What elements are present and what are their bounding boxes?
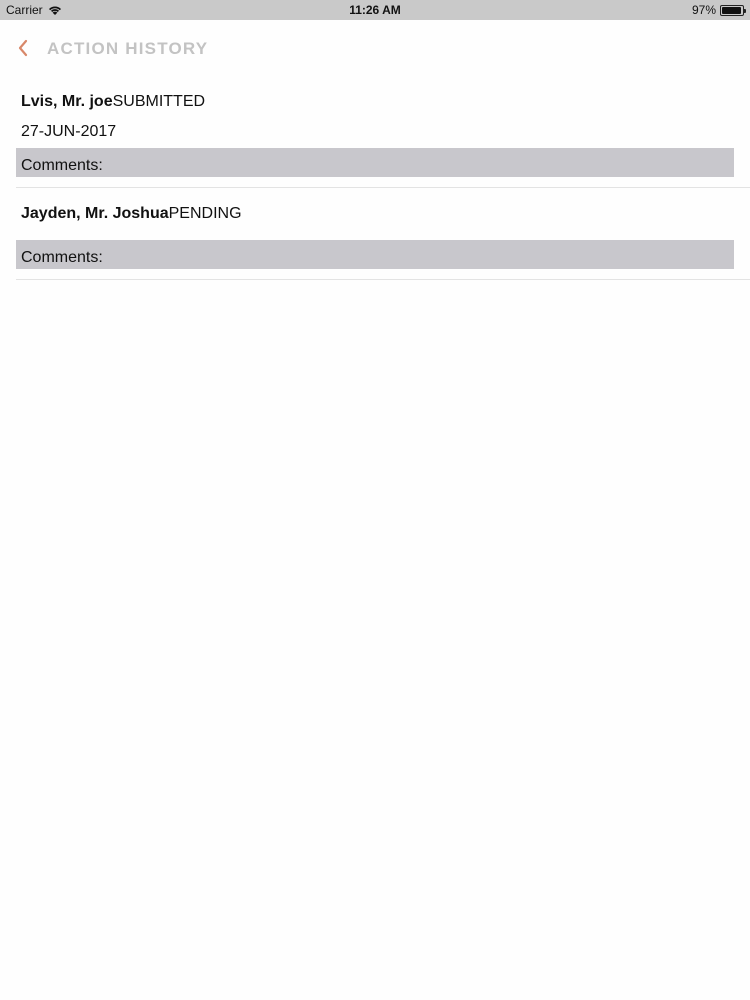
comments-field: Comments: xyxy=(16,240,734,269)
approval-status: PENDING xyxy=(168,205,242,222)
comments-field: Comments: xyxy=(16,148,734,177)
battery-percentage: 97% xyxy=(691,3,716,17)
navigation-bar: ACTION HISTORY xyxy=(0,20,750,76)
history-item[interactable]: Jayden, Mr. JoshuaPENDING Comments: xyxy=(16,188,750,280)
status-time: 11:26 AM xyxy=(349,3,401,17)
page-title: ACTION HISTORY xyxy=(47,39,209,58)
screen: Carrier 11:26 AM 97% ACTION HISTORY Lvis… xyxy=(0,0,750,1000)
name-status-line: Jayden, Mr. JoshuaPENDING xyxy=(21,205,242,223)
approval-status: SUBMITTED xyxy=(112,93,206,110)
battery-icon xyxy=(720,4,746,16)
battery-tip xyxy=(744,8,746,13)
chevron-left-icon xyxy=(18,39,28,57)
action-history-list: Lvis, Mr. joeSUBMITTED 27-JUN-2017 Comme… xyxy=(16,76,750,280)
battery-fill xyxy=(722,6,742,14)
history-item[interactable]: Lvis, Mr. joeSUBMITTED 27-JUN-2017 Comme… xyxy=(16,76,750,188)
status-right: 97% xyxy=(691,3,746,17)
status-bar: Carrier 11:26 AM 97% xyxy=(0,0,750,20)
approver-name: Jayden, Mr. Joshua xyxy=(21,205,169,222)
approver-name: Lvis, Mr. joe xyxy=(21,93,113,110)
name-status-line: Lvis, Mr. joeSUBMITTED xyxy=(21,93,205,111)
back-button[interactable] xyxy=(12,36,36,60)
action-date: 27-JUN-2017 xyxy=(21,123,117,140)
